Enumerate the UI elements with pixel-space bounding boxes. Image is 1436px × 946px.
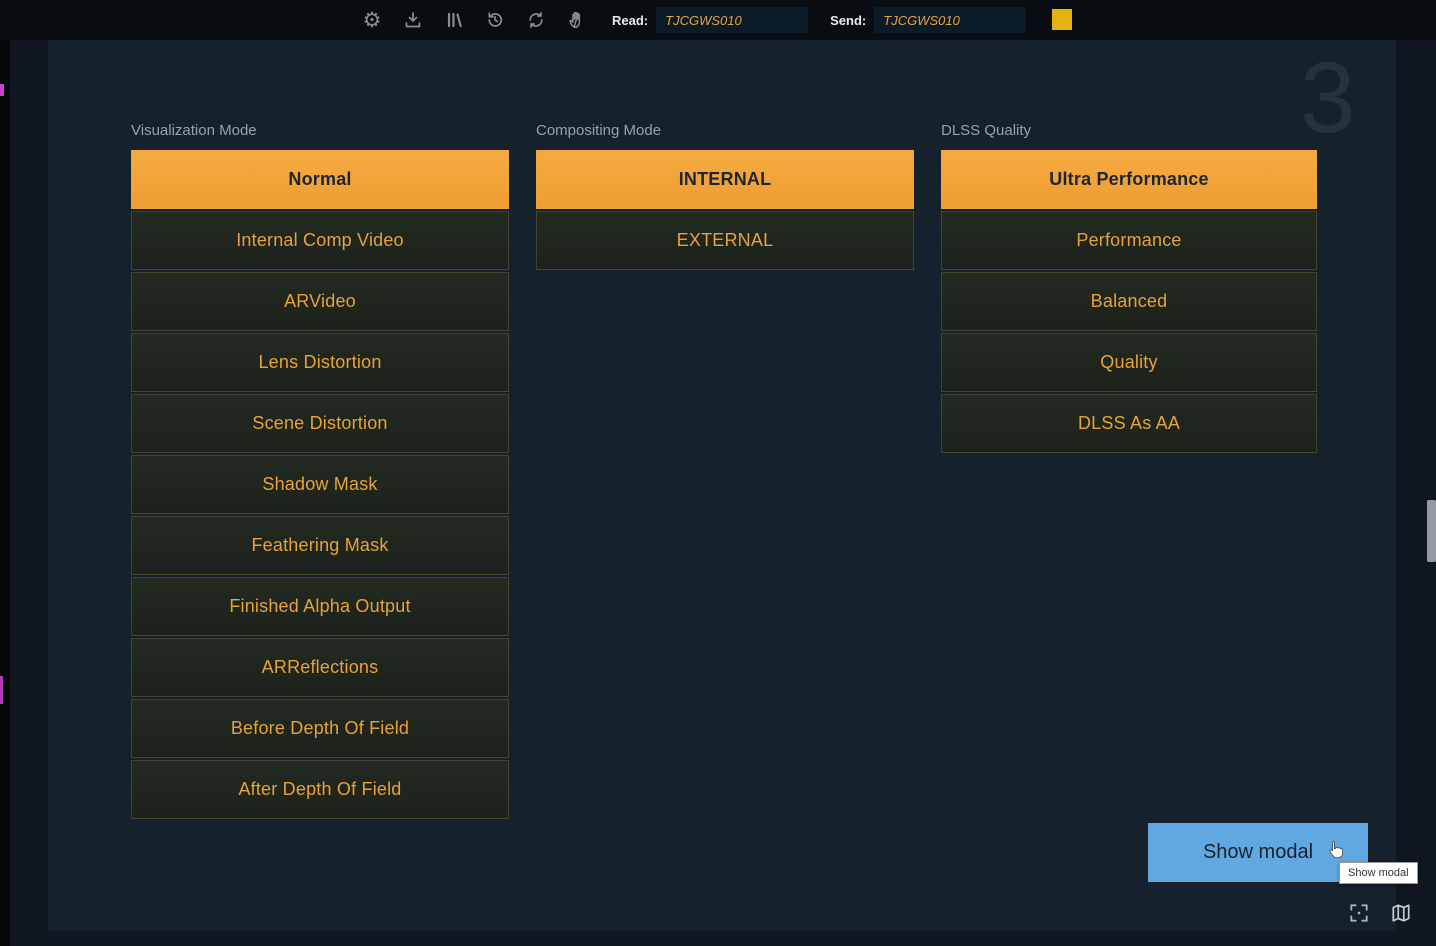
- corner-icon-group: [1348, 902, 1414, 926]
- scrollbar-thumb[interactable]: [1427, 500, 1436, 562]
- tooltip: Show modal: [1339, 862, 1418, 884]
- visualization-mode-option[interactable]: Feathering Mask: [131, 516, 509, 575]
- read-label: Read:: [612, 13, 648, 28]
- read-send-area: Read: Send:: [612, 0, 1026, 40]
- dlss-quality-option[interactable]: Balanced: [941, 272, 1317, 331]
- dlss-quality-option[interactable]: Performance: [941, 211, 1317, 270]
- visualization-mode-option[interactable]: Finished Alpha Output: [131, 577, 509, 636]
- fullscreen-icon[interactable]: [1348, 902, 1372, 926]
- visualization-mode-group: Visualization Mode Normal Internal Comp …: [131, 122, 509, 821]
- dlss-quality-group: DLSS Quality Ultra Performance Performan…: [941, 122, 1317, 455]
- top-toolbar: ⚙: [0, 0, 1436, 40]
- refresh-icon[interactable]: [524, 8, 548, 32]
- dlss-quality-option[interactable]: Quality: [941, 333, 1317, 392]
- compositing-mode-option[interactable]: EXTERNAL: [536, 211, 914, 270]
- map-icon[interactable]: [1390, 902, 1414, 926]
- screen-artifact: [0, 676, 3, 704]
- download-icon[interactable]: [401, 8, 425, 32]
- read-input[interactable]: [656, 7, 808, 33]
- dlss-quality-label: DLSS Quality: [941, 122, 1317, 140]
- cursor-pointer-icon: [1327, 840, 1345, 862]
- visualization-mode-option[interactable]: ARReflections: [131, 638, 509, 697]
- visualization-mode-option[interactable]: Normal: [131, 150, 509, 209]
- compositing-mode-option[interactable]: INTERNAL: [536, 150, 914, 209]
- visualization-mode-option[interactable]: Scene Distortion: [131, 394, 509, 453]
- status-indicator: [1052, 9, 1072, 30]
- visualization-mode-label: Visualization Mode: [131, 122, 509, 140]
- left-edge-strip: [0, 40, 10, 946]
- visualization-mode-option[interactable]: Shadow Mask: [131, 455, 509, 514]
- visualization-mode-option[interactable]: After Depth Of Field: [131, 760, 509, 819]
- visualization-mode-option[interactable]: ARVideo: [131, 272, 509, 331]
- history-icon[interactable]: [483, 8, 507, 32]
- compositing-mode-group: Compositing Mode INTERNAL EXTERNAL: [536, 122, 914, 272]
- visualization-mode-option[interactable]: Lens Distortion: [131, 333, 509, 392]
- dlss-quality-option[interactable]: Ultra Performance: [941, 150, 1317, 209]
- screen-artifact: [0, 84, 4, 96]
- visualization-mode-option[interactable]: Internal Comp Video: [131, 211, 509, 270]
- library-icon[interactable]: [442, 8, 466, 32]
- send-label: Send:: [830, 13, 866, 28]
- toolbar-icon-group: ⚙: [360, 0, 589, 40]
- compositing-mode-label: Compositing Mode: [536, 122, 914, 140]
- pan-hand-icon[interactable]: [565, 8, 589, 32]
- dlss-quality-option[interactable]: DLSS As AA: [941, 394, 1317, 453]
- visualization-mode-option[interactable]: Before Depth Of Field: [131, 699, 509, 758]
- gear-icon[interactable]: ⚙: [360, 8, 384, 32]
- main-panel: 3 Visualization Mode Normal Internal Com…: [48, 40, 1396, 931]
- send-input[interactable]: [874, 7, 1026, 33]
